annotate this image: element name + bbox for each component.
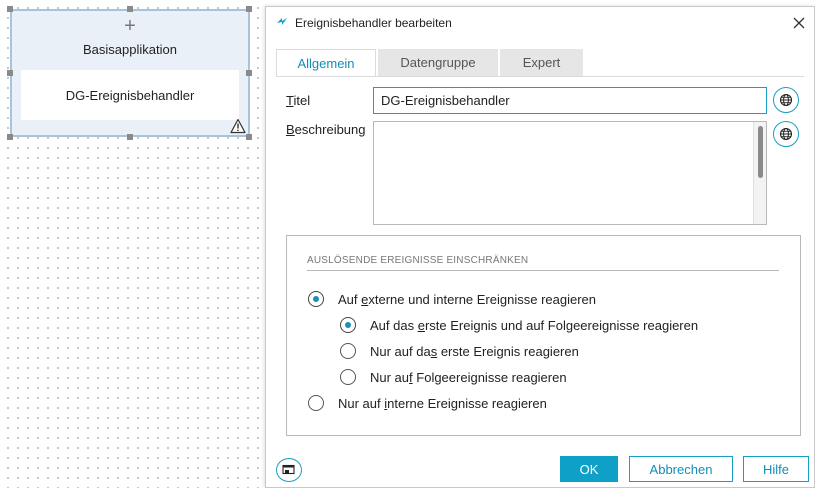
resize-handle[interactable] [127, 6, 133, 12]
dialog-title: Ereignisbehandler bearbeiten [295, 16, 452, 30]
node-inner-item[interactable]: DG-Ereignisbehandler [21, 70, 239, 120]
event-handler-dialog: Ereignisbehandler bearbeiten Allgemein D… [265, 6, 815, 488]
radio-label: Auf externe und interne Ereignisse reagi… [338, 291, 596, 307]
radio-button[interactable] [340, 317, 356, 333]
radio-external-internal[interactable]: Auf externe und interne Ereignisse reagi… [308, 291, 596, 307]
ok-button[interactable]: OK [560, 456, 618, 482]
node-inner-label: DG-Ereignisbehandler [65, 87, 195, 103]
lightning-icon [277, 18, 287, 25]
resize-handle[interactable] [246, 134, 252, 140]
description-label: Beschreibung [286, 122, 366, 137]
radio-only-follow[interactable]: Nur auf Folgeereignisse reagieren [340, 369, 567, 385]
radio-button[interactable] [308, 291, 324, 307]
resize-handle[interactable] [127, 134, 133, 140]
radio-first-and-follow[interactable]: Auf das erste Ereignis und auf Folgeerei… [340, 317, 698, 333]
basisapplikation-node[interactable]: + Basisapplikation DG-Ereignisbehandler [10, 9, 250, 137]
radio-button[interactable] [340, 369, 356, 385]
scrollbar-thumb[interactable] [758, 126, 763, 178]
dialog-titlebar[interactable]: Ereignisbehandler bearbeiten [266, 7, 814, 39]
radio-label: Nur auf Folgeereignisse reagieren [370, 369, 567, 385]
cancel-button[interactable]: Abbrechen [629, 456, 733, 482]
tab-expert[interactable]: Expert [500, 49, 583, 76]
globe-icon[interactable] [773, 87, 799, 113]
tab-allgemein[interactable]: Allgemein [276, 49, 376, 76]
help-button[interactable]: Hilfe [743, 456, 809, 482]
resize-handle[interactable] [7, 134, 13, 140]
window-restore-icon[interactable] [276, 458, 302, 482]
radio-button[interactable] [340, 343, 356, 359]
tab-datengruppe[interactable]: Datengruppe [378, 49, 498, 76]
events-group: AUSLÖSENDE EREIGNISSE EINSCHRÄNKEN Auf e… [286, 235, 801, 436]
resize-handle[interactable] [7, 70, 13, 76]
title-label: Titel [286, 93, 311, 108]
tab-divider [276, 76, 804, 77]
radio-only-internal[interactable]: Nur auf interne Ereignisse reagieren [308, 395, 547, 411]
add-icon[interactable]: + [12, 15, 248, 37]
resize-handle[interactable] [246, 6, 252, 12]
radio-button[interactable] [308, 395, 324, 411]
resize-handle[interactable] [246, 70, 252, 76]
resize-handle[interactable] [7, 6, 13, 12]
group-heading: AUSLÖSENDE EREIGNISSE EINSCHRÄNKEN [307, 255, 779, 271]
close-icon[interactable] [790, 14, 808, 32]
radio-only-first[interactable]: Nur auf das erste Ereignis reagieren [340, 343, 579, 359]
warning-triangle-icon[interactable] [230, 118, 246, 134]
node-title: Basisapplikation [83, 42, 177, 57]
radio-label: Auf das erste Ereignis und auf Folgeerei… [370, 317, 699, 333]
radio-label: Nur auf das erste Ereignis reagieren [370, 343, 579, 359]
tab-bar: Allgemein Datengruppe Expert [276, 49, 585, 76]
description-textarea[interactable] [373, 121, 767, 225]
scrollbar[interactable] [753, 122, 766, 224]
title-input[interactable] [373, 87, 767, 114]
radio-label: Nur auf interne Ereignisse reagieren [338, 395, 547, 411]
globe-icon[interactable] [773, 121, 799, 147]
